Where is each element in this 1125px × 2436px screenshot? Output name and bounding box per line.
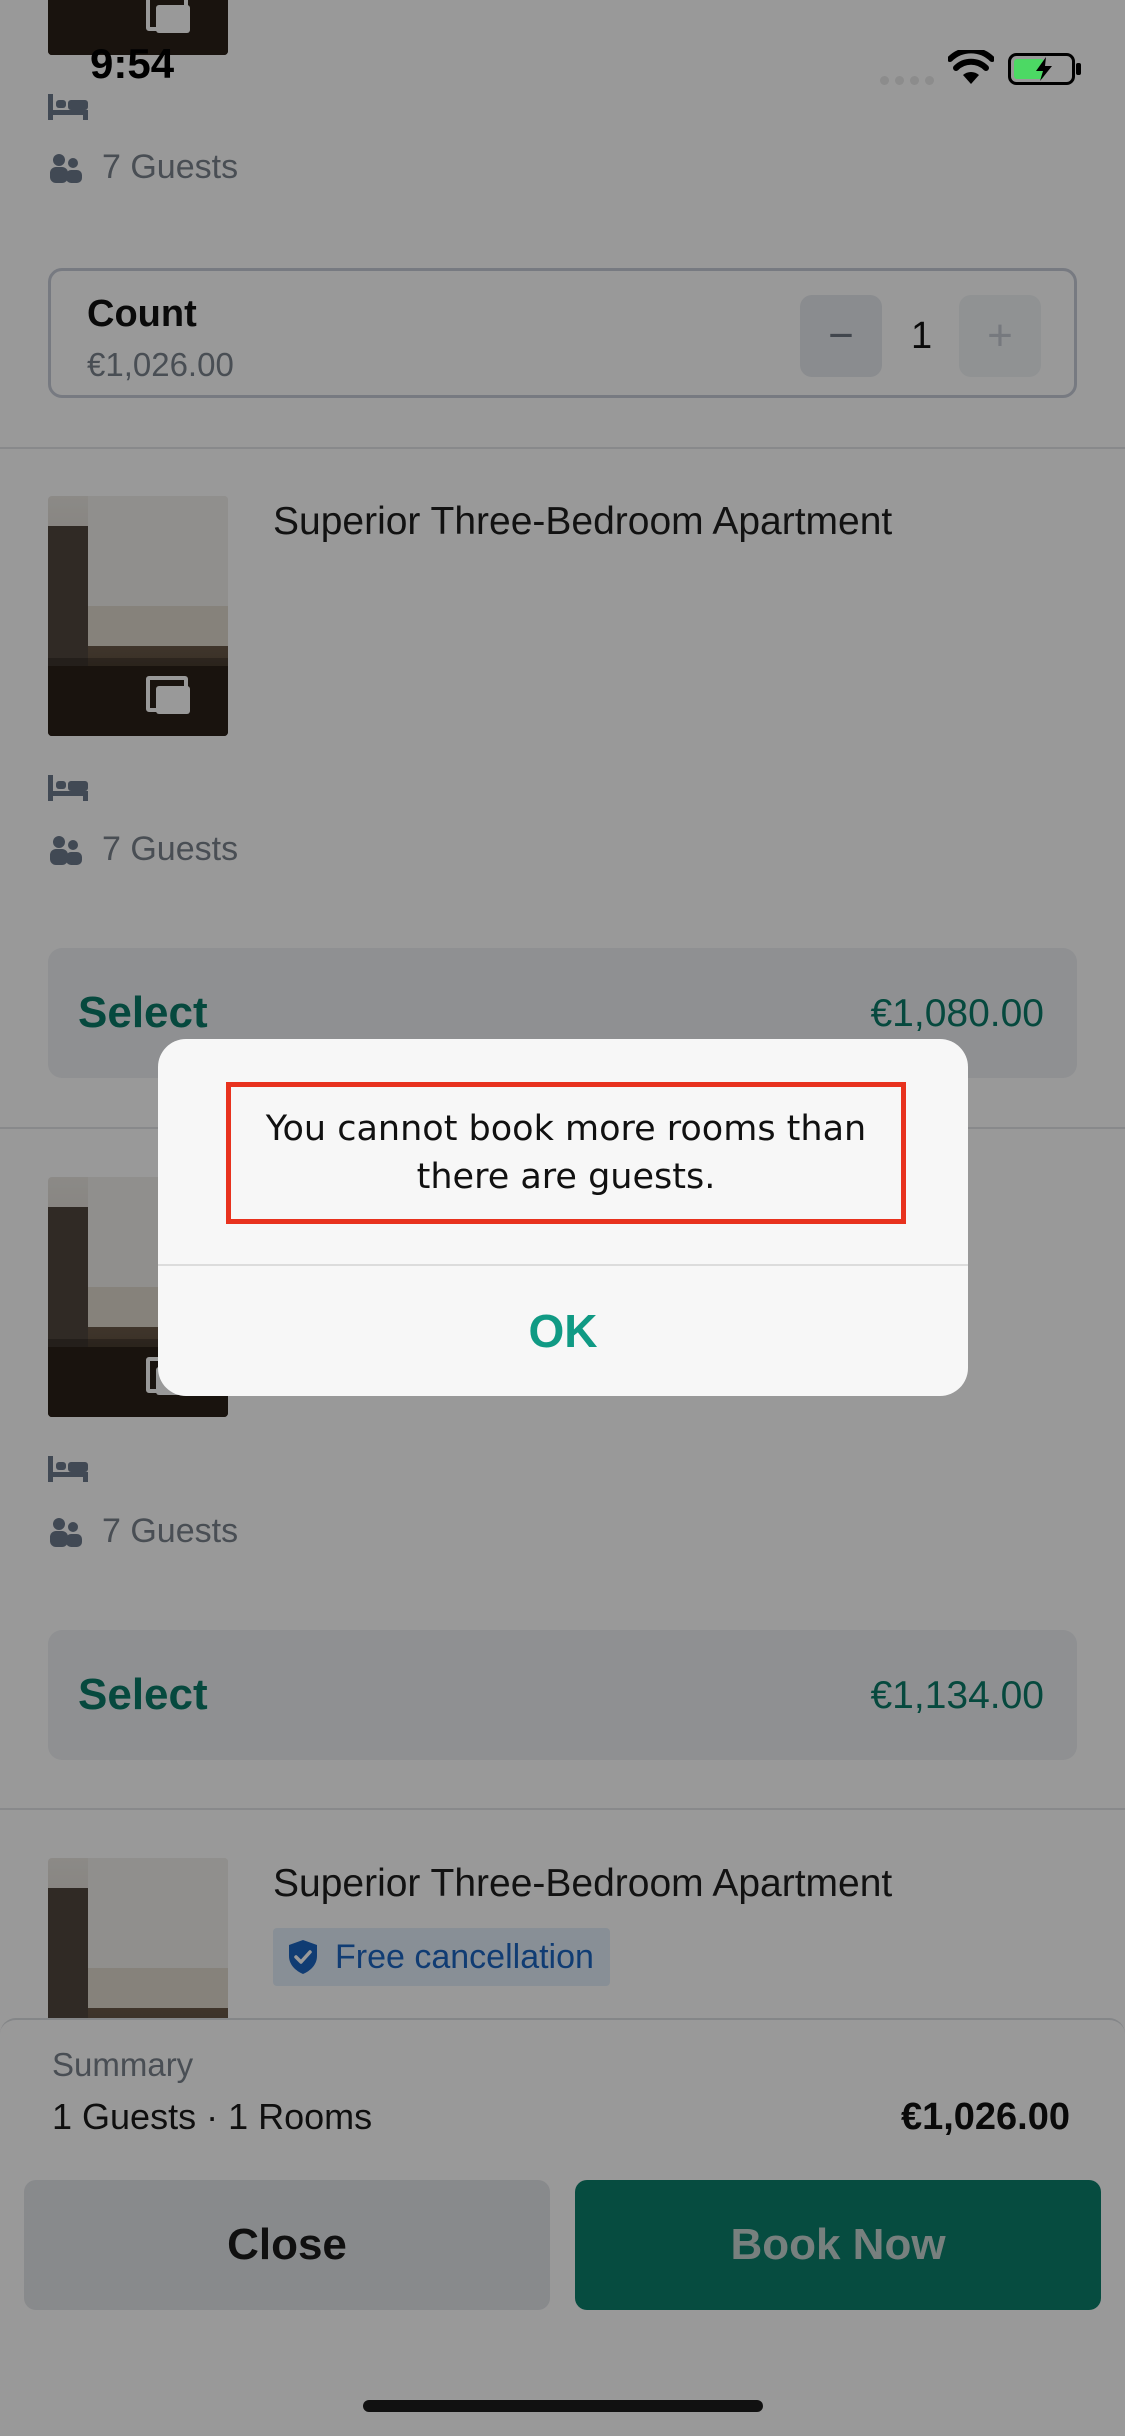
- battery-charging-icon: [1008, 53, 1081, 85]
- alert-message: You cannot book more rooms than there ar…: [265, 1109, 867, 1197]
- status-bar: 9:54: [0, 0, 1125, 130]
- wifi-icon: [948, 50, 994, 84]
- cellular-signal-icon: [880, 76, 934, 85]
- status-time: 9:54: [90, 40, 175, 87]
- ok-button[interactable]: OK: [158, 1266, 968, 1396]
- alert-message-highlight: You cannot book more rooms than there ar…: [226, 1082, 906, 1224]
- alert-dialog: You cannot book more rooms than there ar…: [158, 1039, 968, 1396]
- home-indicator: [363, 2400, 763, 2412]
